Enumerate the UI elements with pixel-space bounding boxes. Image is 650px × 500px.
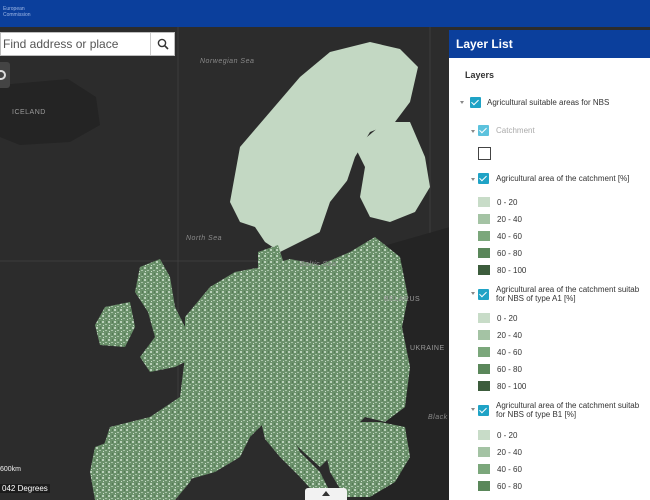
search-icon: [157, 38, 169, 50]
layer-list-title: Layer List: [449, 30, 650, 58]
coordinates-readout: 042 Degrees: [0, 484, 50, 493]
logo-line2: Commission: [3, 12, 31, 18]
swatch-l3-0: [478, 430, 490, 440]
attribute-table-toggle[interactable]: [305, 488, 347, 500]
layer3-title-line1: Agricultural area of the catchment suita…: [496, 401, 640, 410]
swatch-l1-3: [478, 248, 490, 258]
legend-l3-2: 40 - 60: [497, 465, 522, 474]
swatch-l2-4: [478, 381, 490, 391]
app-header: European Commission: [0, 0, 650, 27]
expand-layer1-icon[interactable]: [471, 178, 475, 181]
swatch-l1-1: [478, 214, 490, 224]
layer3-checkbox[interactable]: [478, 405, 489, 416]
layer-list-panel: Layer List Layers Agricultural suitable …: [449, 30, 650, 500]
label-baltic-sea: Baltic Sea: [300, 261, 337, 268]
legend-l3-0: 0 - 20: [497, 431, 518, 440]
swatch-l2-2: [478, 347, 490, 357]
legend-l2-0: 0 - 20: [497, 314, 518, 323]
label-iceland: ICELAND: [12, 109, 46, 116]
expand-layer2-icon[interactable]: [471, 292, 475, 295]
legend-l2-3: 60 - 80: [497, 365, 522, 374]
swatch-l1-4: [478, 265, 490, 275]
chevron-up-icon: [322, 491, 330, 496]
swatch-l2-1: [478, 330, 490, 340]
legend-l1-1: 20 - 40: [497, 215, 522, 224]
ireland: [95, 302, 135, 347]
legend-l2-1: 20 - 40: [497, 331, 522, 340]
search-box: [0, 32, 175, 56]
legend-l2-4: 80 - 100: [497, 382, 527, 391]
legend-l3-1: 20 - 40: [497, 448, 522, 457]
legend-l1-4: 80 - 100: [497, 266, 527, 275]
swatch-l1-2: [478, 231, 490, 241]
legend-l3-3: 60 - 80: [497, 482, 522, 491]
legend-l2-2: 40 - 60: [497, 348, 522, 357]
locate-icon: [0, 70, 6, 80]
layer1-title: Agricultural area of the catchment [%]: [496, 174, 630, 183]
swatch-l3-1: [478, 447, 490, 457]
legend-l1-3: 60 - 80: [497, 249, 522, 258]
layer3-title-line2: for NBS of type B1 [%]: [496, 410, 577, 419]
layer2-title-line1: Agricultural area of the catchment suita…: [496, 285, 640, 294]
layer2-checkbox[interactable]: [478, 289, 489, 300]
swatch-l2-0: [478, 313, 490, 323]
label-north-sea: North Sea: [186, 235, 223, 242]
layer1-checkbox[interactable]: [478, 173, 489, 184]
scale-bar: 600km: [0, 466, 22, 473]
expand-catchment-icon[interactable]: [471, 130, 475, 133]
expand-group-icon[interactable]: [460, 101, 464, 104]
label-belarus: BELARUS: [384, 296, 421, 303]
catchment-label: Catchment: [496, 126, 535, 135]
label-norwegian-sea: Norwegian Sea: [200, 58, 255, 65]
catchment-symbol: [478, 147, 491, 160]
catchment-checkbox[interactable]: [478, 125, 489, 136]
group-label: Agricultural suitable areas for NBS: [487, 98, 610, 107]
swatch-l3-3: [478, 481, 490, 491]
swatch-l2-3: [478, 364, 490, 374]
legend-l1-0: 0 - 20: [497, 198, 518, 207]
layer2-title-line2: for NBS of type A1 [%]: [496, 294, 576, 303]
label-ukraine: UKRAINE: [410, 345, 445, 352]
ec-logo: European Commission: [3, 6, 31, 18]
legend-l1-2: 40 - 60: [497, 232, 522, 241]
group-checkbox[interactable]: [470, 97, 481, 108]
expand-layer3-icon[interactable]: [471, 408, 475, 411]
locate-button[interactable]: [0, 62, 10, 88]
swatch-l1-0: [478, 197, 490, 207]
swatch-l3-2: [478, 464, 490, 474]
search-button[interactable]: [150, 33, 174, 55]
label-black-sea: Black: [428, 414, 448, 421]
great-britain: [135, 259, 195, 372]
layers-heading: Layers: [465, 70, 495, 80]
search-input[interactable]: [1, 33, 151, 55]
